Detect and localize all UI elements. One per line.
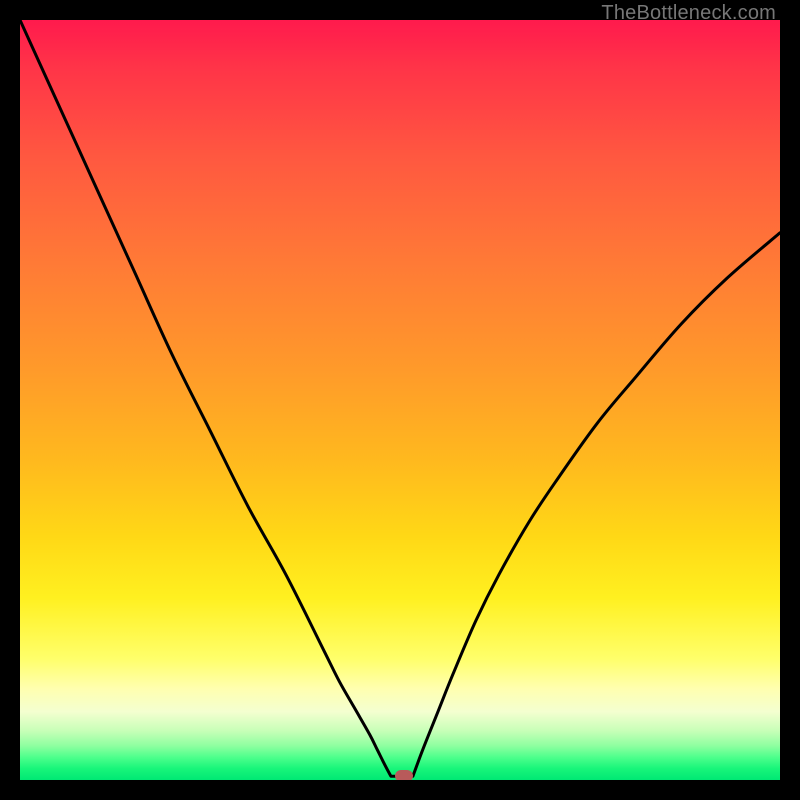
plot-area [20, 20, 780, 780]
optimal-point-marker [395, 770, 413, 780]
chart-frame: TheBottleneck.com [0, 0, 800, 800]
bottleneck-curve [20, 20, 780, 780]
